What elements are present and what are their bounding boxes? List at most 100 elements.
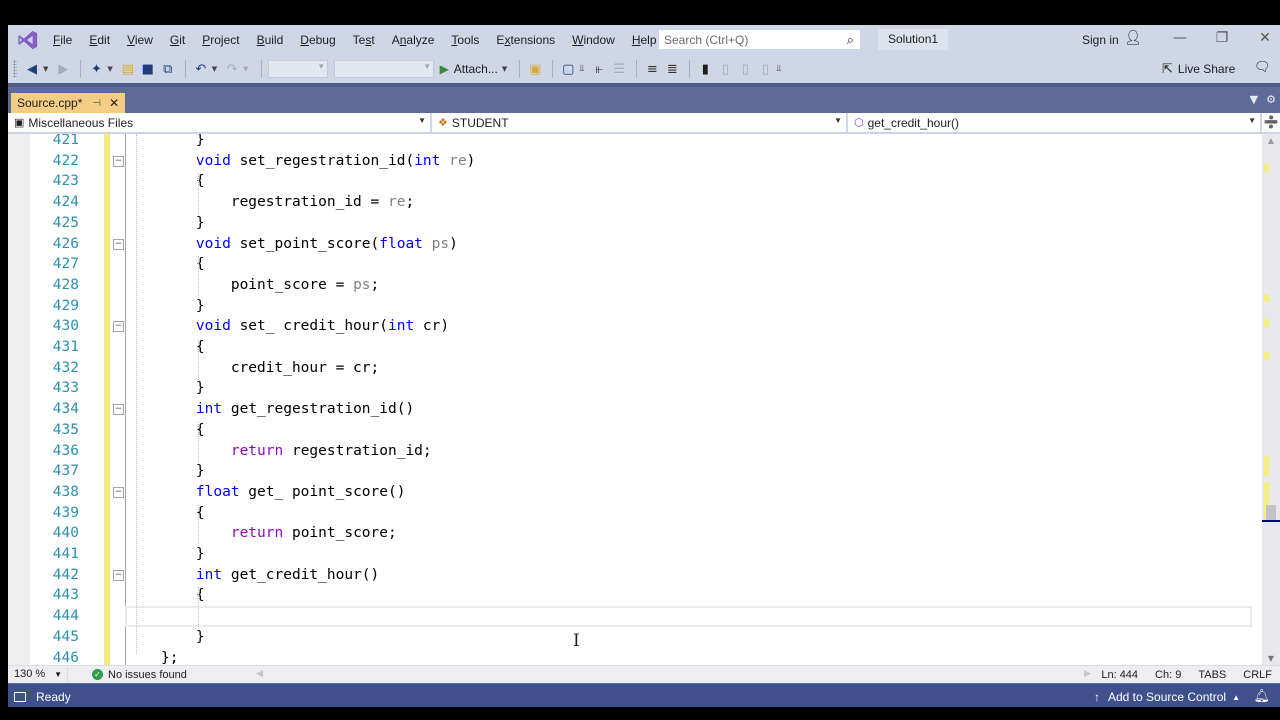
code-line[interactable]: 421 } bbox=[8, 134, 1262, 151]
tab-list-dropdown-icon[interactable]: ▼ bbox=[1250, 93, 1258, 106]
menu-extensions[interactable]: Extensions bbox=[490, 33, 561, 47]
redo-icon[interactable]: ↷ bbox=[223, 62, 241, 77]
code-line[interactable]: 430 − void set_ credit_hour(int cr) bbox=[8, 316, 1262, 337]
add-account-icon[interactable]: 👤︎ bbox=[1124, 30, 1142, 46]
indentation-mode[interactable]: TABS bbox=[1198, 669, 1226, 681]
previous-bookmark-icon[interactable]: ▯ bbox=[716, 62, 734, 77]
settings-gear-icon[interactable]: ⚙ bbox=[1266, 93, 1276, 106]
undo-dropdown[interactable]: ▼ bbox=[212, 65, 217, 73]
code-line[interactable]: 437 } bbox=[8, 461, 1262, 482]
new-project-icon[interactable]: ✦ bbox=[87, 62, 105, 77]
code-line[interactable]: 434 − int get_regestration_id() bbox=[8, 399, 1262, 420]
vertical-scrollbar[interactable]: ▲ ▼ bbox=[1262, 134, 1280, 665]
add-to-source-control-button[interactable]: ↑ Add to Source Control ▲ bbox=[1094, 690, 1240, 704]
minimize-button[interactable]: — bbox=[1168, 30, 1192, 46]
live-share-button[interactable]: ⇱ Live Share bbox=[1162, 61, 1235, 77]
step-over-icon[interactable]: ☰ bbox=[610, 62, 628, 77]
notifications-bell-icon[interactable]: 🔔︎ bbox=[1253, 688, 1270, 704]
code-line[interactable]: 438 − float get_ point_score() bbox=[8, 482, 1262, 503]
code-line[interactable]: 436 return regestration_id; bbox=[8, 441, 1262, 462]
scroll-down-arrow[interactable]: ▼ bbox=[1262, 654, 1280, 663]
collapse-region-icon[interactable]: − bbox=[113, 486, 124, 498]
column-number[interactable]: Ch: 9 bbox=[1155, 669, 1181, 681]
code-line[interactable]: 428 point_score = ps; bbox=[8, 275, 1262, 296]
code-line[interactable]: 432 credit_hour = cr; bbox=[8, 358, 1262, 379]
code-line[interactable]: 422 − void set_regestration_id(int re) bbox=[8, 151, 1262, 172]
menu-view[interactable]: View bbox=[121, 33, 159, 47]
solution-platform-combo[interactable] bbox=[333, 60, 434, 78]
code-editor[interactable]: 421 } 422− void set_regestration_id(int r… bbox=[8, 134, 1262, 665]
find-in-files-icon[interactable]: ▣ bbox=[526, 62, 544, 77]
new-project-dropdown[interactable]: ▼ bbox=[107, 65, 112, 73]
menu-project[interactable]: Project bbox=[196, 33, 245, 47]
tab-source-cpp[interactable]: Source.cpp* ⊣ ✕ bbox=[11, 93, 126, 113]
menu-window[interactable]: Window bbox=[566, 33, 621, 47]
menu-test[interactable]: Test bbox=[347, 33, 381, 47]
menu-tools[interactable]: Tools bbox=[445, 33, 485, 47]
code-line[interactable]: 443 { bbox=[8, 585, 1262, 606]
issues-indicator[interactable]: ✓ No issues found bbox=[92, 669, 187, 681]
code-line[interactable]: 427 { bbox=[8, 254, 1262, 275]
toolbar-customize-icon[interactable]: ⫫ bbox=[776, 64, 781, 74]
feedback-icon[interactable]: 🗨︎ bbox=[1254, 60, 1271, 75]
code-line[interactable]: 445 } bbox=[8, 627, 1262, 648]
project-combo[interactable]: ▣ Miscellaneous Files ▼ bbox=[8, 113, 432, 132]
zoom-level-combo[interactable]: 130 % ▼ bbox=[8, 666, 68, 683]
horizontal-scroll-left-arrow[interactable]: ◀ bbox=[256, 668, 263, 679]
pin-icon[interactable]: ⊣ bbox=[92, 98, 101, 109]
code-line[interactable]: 444 bbox=[8, 606, 1262, 627]
search-input[interactable]: Search (Ctrl+Q) ⌕ bbox=[658, 29, 861, 50]
search-icon[interactable]: ⌕ bbox=[847, 32, 854, 48]
collapse-region-icon[interactable]: − bbox=[113, 155, 124, 167]
code-line[interactable]: 441 } bbox=[8, 544, 1262, 565]
save-icon[interactable]: ■ bbox=[139, 62, 157, 77]
toolbar-grip[interactable] bbox=[13, 60, 17, 78]
split-window-icon[interactable]: ➗ bbox=[1262, 113, 1280, 132]
menu-help[interactable]: Help bbox=[626, 33, 663, 47]
redo-dropdown[interactable]: ▼ bbox=[243, 65, 248, 73]
attach-button[interactable]: ▶ Attach... bbox=[440, 62, 498, 76]
sign-in-link[interactable]: Sign in bbox=[1082, 33, 1119, 47]
navigate-back-icon[interactable]: ◀ bbox=[23, 62, 41, 77]
solution-explorer-icon[interactable]: ▢ bbox=[559, 62, 577, 77]
menu-file[interactable]: File bbox=[47, 33, 78, 47]
line-number[interactable]: Ln: 444 bbox=[1101, 669, 1138, 681]
collapse-region-icon[interactable]: − bbox=[113, 569, 124, 581]
scope-combo[interactable]: ❖ STUDENT ▼ bbox=[432, 113, 848, 132]
menu-edit[interactable]: Edit bbox=[83, 33, 116, 47]
code-line[interactable]: 424 regestration_id = re; bbox=[8, 192, 1262, 213]
code-line[interactable]: 425 } bbox=[8, 213, 1262, 234]
bookmark-icon[interactable]: ▮ bbox=[696, 62, 714, 77]
collapse-region-icon[interactable]: − bbox=[113, 238, 124, 250]
comment-out-icon[interactable]: ≡ bbox=[643, 62, 661, 77]
open-file-icon[interactable]: ▤ bbox=[119, 62, 137, 77]
code-line[interactable]: 435 { bbox=[8, 420, 1262, 441]
menu-build[interactable]: Build bbox=[251, 33, 290, 47]
navigate-back-dropdown[interactable]: ▼ bbox=[43, 65, 48, 73]
member-combo[interactable]: ⬡ get_credit_hour() ▼ bbox=[848, 113, 1262, 132]
next-bookmark-icon[interactable]: ▯ bbox=[736, 62, 754, 77]
menu-analyze[interactable]: Analyze bbox=[386, 33, 441, 47]
restore-button[interactable]: ❐ bbox=[1210, 30, 1234, 46]
undo-icon[interactable]: ↶ bbox=[192, 62, 210, 77]
code-line[interactable]: 431 { bbox=[8, 337, 1262, 358]
code-line[interactable]: 442 − int get_credit_hour() bbox=[8, 565, 1262, 586]
close-tab-icon[interactable]: ✕ bbox=[109, 96, 119, 110]
code-line[interactable]: 426 − void set_point_score(float ps) bbox=[8, 234, 1262, 255]
code-line[interactable]: 439 { bbox=[8, 503, 1262, 524]
code-line[interactable]: 440 return point_score; bbox=[8, 523, 1262, 544]
scrollbar-thumb[interactable] bbox=[1266, 505, 1276, 520]
collapse-region-icon[interactable]: − bbox=[113, 321, 124, 333]
menu-git[interactable]: Git bbox=[164, 33, 191, 47]
horizontal-scroll-right-arrow[interactable]: ▶ bbox=[1084, 668, 1091, 679]
code-line[interactable]: 433 } bbox=[8, 378, 1262, 399]
navigate-forward-icon[interactable]: ▶ bbox=[54, 62, 72, 77]
toolbar-overflow-icon[interactable]: ⫫ bbox=[579, 64, 584, 74]
solution-configuration-combo[interactable] bbox=[267, 60, 328, 78]
line-ending[interactable]: CRLF bbox=[1243, 669, 1272, 681]
code-line[interactable]: 429 } bbox=[8, 296, 1262, 317]
code-line[interactable]: 446}; bbox=[8, 648, 1262, 666]
output-window-icon[interactable] bbox=[14, 692, 26, 702]
scroll-up-arrow[interactable]: ▲ bbox=[1262, 136, 1280, 145]
attach-dropdown[interactable]: ▼ bbox=[502, 65, 507, 73]
